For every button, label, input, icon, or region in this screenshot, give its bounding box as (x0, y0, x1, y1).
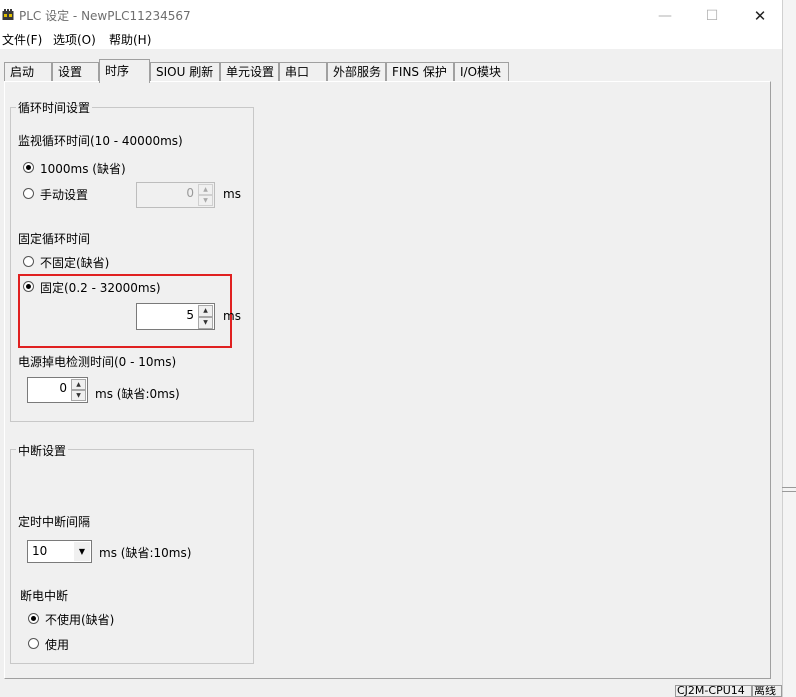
interrupt-not-used-radio[interactable] (28, 613, 39, 624)
menu-help[interactable]: 帮助(H) (109, 31, 151, 48)
cycle-time-group-title: 循环时间设置 (16, 99, 93, 116)
tab-label: 启动 (10, 65, 35, 79)
power-detect-label: 电源掉电检测时间(0 - 10ms) (18, 355, 177, 369)
tab-label: FINS 保护 (392, 65, 447, 79)
minimize-button[interactable]: — (643, 4, 687, 28)
chevron-down-icon[interactable]: ▼ (74, 542, 90, 561)
power-off-interrupt-label: 断电中断 (20, 589, 69, 603)
spin-up-icon[interactable]: ▲ (198, 305, 213, 317)
maximize-button[interactable]: ☐ (690, 4, 734, 28)
timer-interval-unit: ms (缺省:10ms) (99, 546, 192, 560)
spin-down-icon[interactable]: ▼ (198, 317, 213, 329)
window-title: PLC 设定 - NewPLC11234567 (19, 9, 191, 23)
fixed-cycle-spinbox[interactable]: 5 ▲ ▼ (136, 303, 215, 330)
status-model: CJ2M-CPU14 (675, 685, 752, 697)
watch-default-label[interactable]: 1000ms (缺省) (40, 160, 126, 177)
power-detect-unit: ms (缺省:0ms) (95, 387, 180, 401)
fixed-fixed-radio[interactable] (23, 281, 34, 292)
tab-unit-settings[interactable]: 单元设置 (220, 62, 279, 82)
menu-options[interactable]: 选项(O) (53, 31, 96, 48)
divider (782, 487, 796, 488)
tab-timing[interactable]: 时序 (99, 59, 150, 83)
fixed-cycle-value: 5 (186, 308, 194, 322)
spin-down-icon[interactable]: ▼ (198, 195, 213, 206)
fixed-none-label[interactable]: 不固定(缺省) (40, 254, 109, 271)
watch-manual-unit: ms (223, 187, 241, 201)
tab-label: I/O模块 (460, 65, 502, 79)
interrupt-used-label[interactable]: 使用 (45, 636, 69, 653)
divider (782, 491, 796, 492)
tab-label: 单元设置 (226, 65, 275, 79)
spin-up-icon[interactable]: ▲ (198, 184, 213, 195)
spin-up-icon[interactable]: ▲ (71, 379, 86, 390)
plc-app-icon (2, 9, 14, 20)
tab-external-service[interactable]: 外部服务 (327, 62, 386, 82)
fixed-none-radio[interactable] (23, 256, 34, 267)
spin-down-icon[interactable]: ▼ (71, 390, 86, 401)
timer-interval-combo[interactable]: 10 ▼ (27, 540, 92, 563)
close-button[interactable]: ✕ (738, 4, 782, 28)
timer-interval-label: 定时中断间隔 (18, 515, 91, 529)
tab-label: 外部服务 (333, 65, 382, 79)
watch-manual-label[interactable]: 手动设置 (40, 186, 88, 203)
background-window-edge (782, 0, 796, 697)
fixed-cycle-unit: ms (223, 309, 241, 323)
watch-default-radio[interactable] (23, 162, 34, 173)
timer-interval-value: 10 (32, 544, 48, 558)
menu-file[interactable]: 文件(F) (2, 31, 42, 48)
interrupt-group-title: 中断设置 (16, 442, 69, 459)
tab-siou-refresh[interactable]: SIOU 刷新 (150, 62, 220, 82)
watch-manual-spinbox[interactable]: 0 ▲ ▼ (136, 182, 215, 208)
interrupt-used-radio[interactable] (28, 638, 39, 649)
tab-settings[interactable]: 设置 (52, 62, 99, 82)
watch-manual-value: 0 (186, 186, 194, 200)
tab-serial-port[interactable]: 串口 (279, 62, 327, 82)
watch-manual-radio[interactable] (23, 188, 34, 199)
watch-cycle-time-label: 监视循环时间(10 - 40000ms) (18, 134, 183, 148)
status-connection: 离线 (752, 685, 782, 697)
tab-io-module[interactable]: I/O模块 (454, 62, 509, 82)
fixed-cycle-time-label: 固定循环时间 (18, 232, 91, 246)
title-bar: PLC 设定 - NewPLC11234567 — ☐ ✕ (0, 0, 796, 30)
tab-label: 时序 (105, 64, 130, 78)
power-detect-value: 0 (59, 381, 67, 395)
tab-fins-protection[interactable]: FINS 保护 (386, 62, 454, 82)
interrupt-not-used-label[interactable]: 不使用(缺省) (45, 611, 114, 628)
tab-label: SIOU 刷新 (156, 65, 214, 79)
tab-startup[interactable]: 启动 (4, 62, 52, 82)
menu-bar: 文件(F) 选项(O) 帮助(H) (0, 30, 782, 49)
tab-label: 串口 (285, 65, 310, 79)
status-bar (0, 685, 782, 697)
tab-label: 设置 (58, 65, 83, 79)
power-detect-spinbox[interactable]: 0 ▲ ▼ (27, 377, 88, 403)
fixed-fixed-label[interactable]: 固定(0.2 - 32000ms) (40, 279, 161, 296)
